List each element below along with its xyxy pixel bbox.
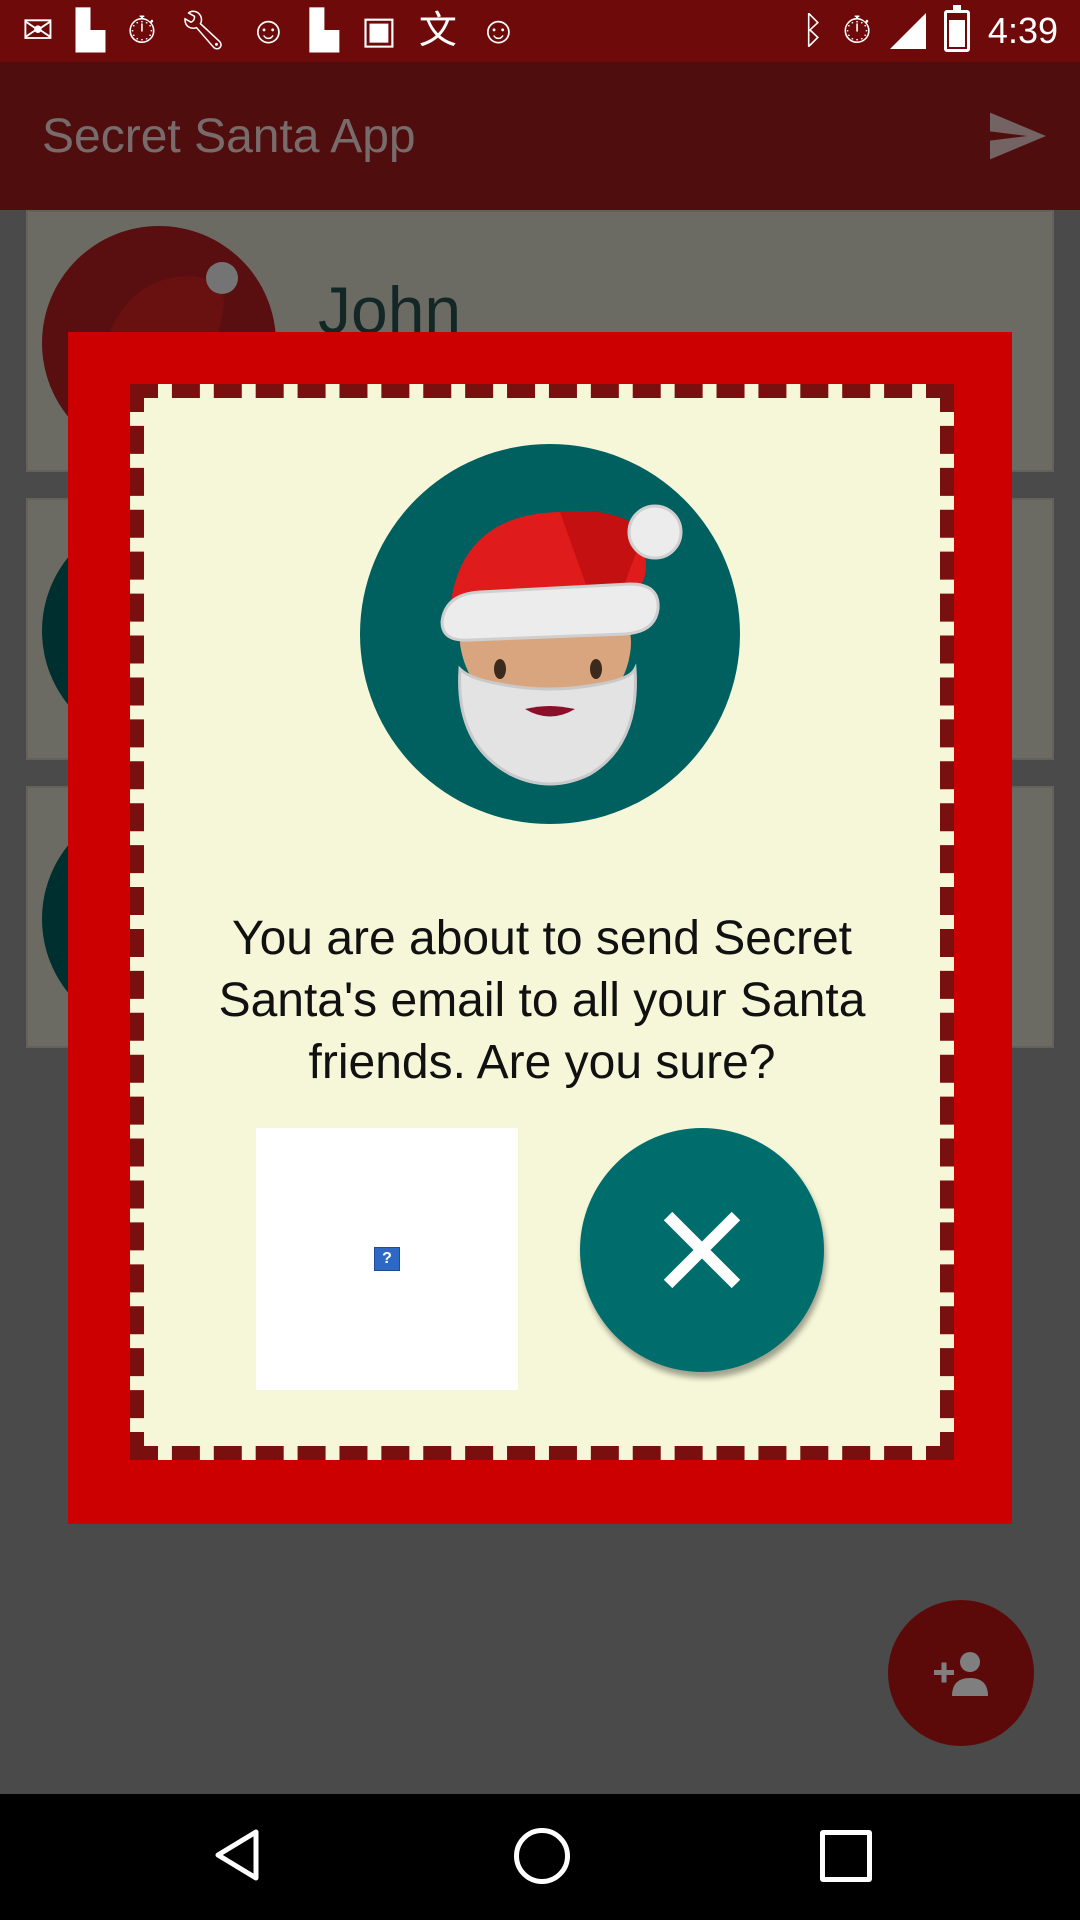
dialog-panel: You are about to send Secret Santa's ema…: [130, 384, 954, 1460]
broken-image-icon: ?: [374, 1247, 400, 1271]
alarm-icon: ⏱: [842, 10, 872, 52]
close-icon: [660, 1208, 744, 1292]
dialog-message: You are about to send Secret Santa's ema…: [218, 912, 866, 1089]
bluetooth-icon: ᛒ: [801, 10, 825, 52]
notification-icons: ✉ ▙ ⏱ 🔧︎ ☺ ▙ ▣ 文 ☺: [22, 12, 518, 50]
smiley-icon: ☺: [478, 10, 518, 52]
battery-icon: [943, 5, 970, 52]
recent-apps-icon[interactable]: [820, 1830, 872, 1882]
home-icon[interactable]: [514, 1828, 570, 1884]
alarm-icon: ⏱: [127, 10, 157, 52]
cancel-button[interactable]: [580, 1128, 824, 1372]
clock: 4:39: [987, 10, 1058, 51]
confirm-dialog: You are about to send Secret Santa's ema…: [68, 332, 1012, 1524]
santa-illustration: [360, 444, 740, 824]
flipboard-icon: ▙: [75, 10, 106, 52]
qt-icon: ▣: [361, 10, 397, 52]
mail-icon: ✉: [22, 10, 54, 52]
smiley-icon: ☺: [248, 10, 288, 52]
status-bar: ✉ ▙ ⏱ 🔧︎ ☺ ▙ ▣ 文 ☺ ᛒ ⏱ 4:39: [0, 0, 1080, 62]
translate-icon: 文: [418, 10, 457, 52]
navigation-bar: [0, 1794, 1080, 1920]
back-icon[interactable]: [212, 1828, 262, 1882]
confirm-button[interactable]: ?: [256, 1128, 518, 1390]
flipboard-icon: ▙: [309, 10, 340, 52]
signal-icon: [889, 13, 926, 49]
wrench-icon: 🔧︎: [178, 10, 227, 52]
